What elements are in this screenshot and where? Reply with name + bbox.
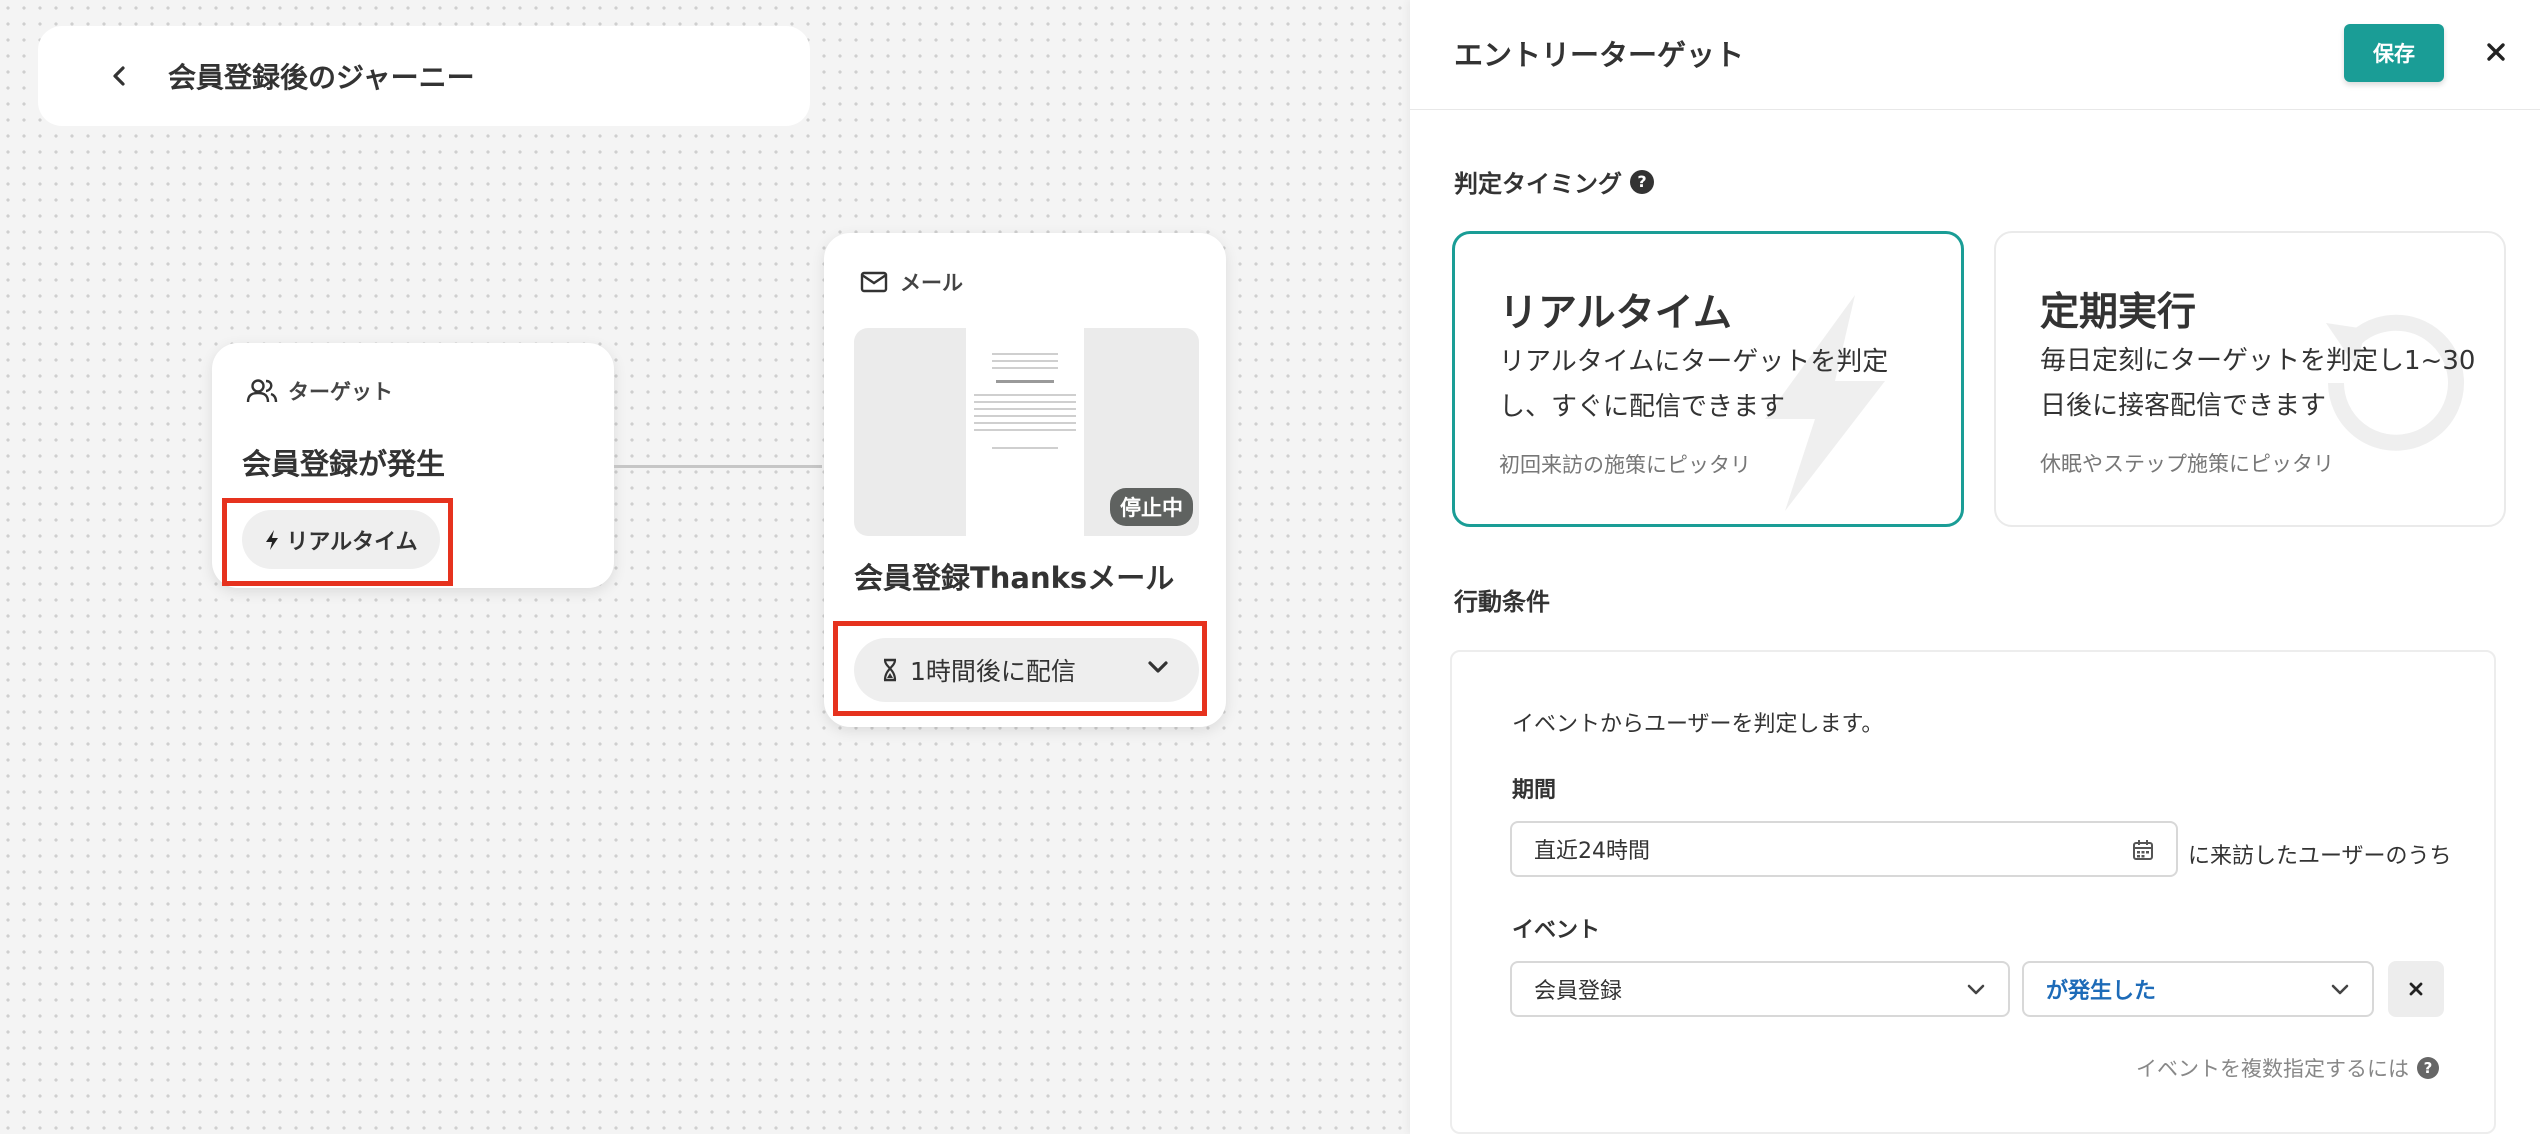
multiple-events-help-text: イベントを複数指定するには: [2136, 1057, 2409, 1081]
node-connector: [614, 465, 822, 468]
event-label: イベント: [1512, 918, 1601, 943]
timing-section-label: 判定タイミング ?: [1454, 164, 1654, 199]
realtime-badge-label: リアルタイム: [286, 529, 418, 555]
timing-option-title: リアルタイム: [1499, 291, 1732, 336]
lightning-icon: [266, 529, 279, 550]
panel-title: エントリーターゲット: [1454, 38, 1745, 72]
chevron-down-icon: [2331, 984, 2349, 995]
mail-node-label: メール: [900, 271, 963, 295]
calendar-icon: [2133, 840, 2153, 860]
chevron-down-icon: [1148, 661, 1168, 673]
condition-description: イベントからユーザーを判定します。: [1512, 712, 1884, 737]
timing-option-desc: 毎日定刻にターゲットを判定し1~30日後に接客配信できます: [2040, 346, 2476, 421]
mail-node-title: 会員登録Thanksメール: [854, 561, 1175, 595]
timing-option-title: 定期実行: [2040, 290, 2197, 335]
period-input[interactable]: 直近24時間: [1510, 821, 2178, 877]
condition-section-label: 行動条件: [1454, 588, 1550, 616]
event-select[interactable]: 会員登録: [1510, 961, 2010, 1017]
target-node-header: ターゲット: [246, 376, 393, 406]
target-node-label: ターゲット: [288, 380, 393, 404]
journey-titlebar: 会員登録後のジャーニー: [38, 26, 810, 126]
journey-title: 会員登録後のジャーニー: [168, 61, 475, 94]
hourglass-icon: [883, 658, 897, 682]
close-button[interactable]: [2480, 36, 2512, 68]
help-icon[interactable]: ?: [1630, 169, 1654, 194]
users-icon: [246, 379, 278, 403]
period-value: 直近24時間: [1534, 839, 1650, 864]
close-icon: [2487, 43, 2505, 61]
mail-preview-document: [966, 328, 1084, 536]
timing-option-desc: リアルタイムにターゲットを判定し、すぐに配信できます: [1499, 347, 1889, 422]
mail-node-header: メール: [860, 267, 963, 297]
period-suffix: に来訪したユーザーのうち: [2188, 844, 2452, 869]
remove-event-button[interactable]: [2388, 961, 2444, 1017]
target-node[interactable]: ターゲット 会員登録が発生 リアルタイム: [212, 343, 614, 588]
realtime-badge: リアルタイム: [242, 510, 440, 569]
event-select-value: 会員登録: [1534, 979, 1623, 1004]
occurrence-select[interactable]: が発生した: [2022, 961, 2374, 1017]
delivery-delay-label: 1時間後に配信: [910, 657, 1076, 686]
save-button[interactable]: 保存: [2344, 24, 2444, 82]
chevron-down-icon: [1967, 984, 1985, 995]
timing-option-periodic[interactable]: 定期実行 毎日定刻にターゲットを判定し1~30日後に接客配信できます 休眠やステ…: [1994, 231, 2506, 527]
timing-option-note: 休眠やステップ施策にピッタリ: [2040, 452, 2334, 476]
timing-option-note: 初回来訪の施策にピッタリ: [1499, 453, 1751, 477]
panel-header: エントリーターゲット 保存: [1410, 0, 2540, 110]
status-badge: 停止中: [1110, 488, 1193, 526]
entry-target-panel: エントリーターゲット 保存 判定タイミング ? リアルタイム リアルタイムにター…: [1410, 0, 2540, 1134]
mail-preview-thumbnail[interactable]: 停止中: [854, 328, 1199, 536]
journey-canvas: 会員登録後のジャーニー ターゲット 会員登録が発生 リアルタイム メール 停止中…: [0, 0, 1410, 1134]
chevron-left-icon: [113, 66, 125, 86]
timing-label-text: 判定タイミング: [1454, 170, 1622, 198]
target-node-title: 会員登録が発生: [242, 447, 446, 481]
close-icon: [2409, 982, 2423, 996]
timing-option-realtime[interactable]: リアルタイム リアルタイムにターゲットを判定し、すぐに配信できます 初回来訪の施…: [1452, 231, 1964, 527]
back-button[interactable]: [94, 51, 144, 101]
delivery-delay-dropdown[interactable]: 1時間後に配信: [854, 638, 1199, 702]
help-icon: ?: [2417, 1057, 2439, 1079]
mail-icon: [860, 271, 888, 293]
occurrence-select-value: が発生した: [2046, 979, 2157, 1004]
mail-node[interactable]: メール 停止中 会員登録Thanksメール 1時間後に配信: [824, 233, 1226, 727]
period-label: 期間: [1512, 778, 1557, 803]
multiple-events-help-link[interactable]: イベントを複数指定するには ?: [2136, 1053, 2439, 1083]
